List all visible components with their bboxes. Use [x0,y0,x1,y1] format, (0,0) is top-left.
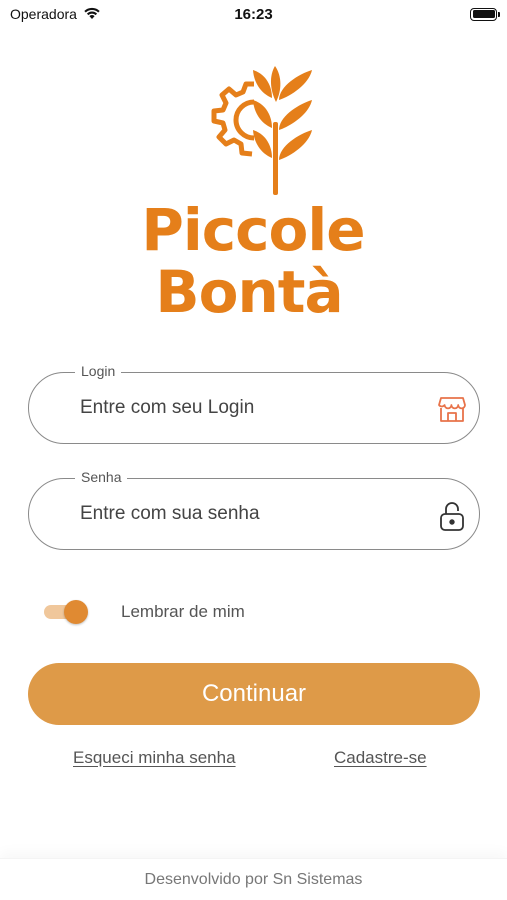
status-bar: Operadora 16:23 [0,0,507,28]
brand-name-line1: Piccole [141,196,365,264]
remember-me-row: Lembrar de mim [44,598,245,626]
store-icon [437,394,467,424]
login-label: Login [75,363,122,379]
forgot-password-link[interactable]: Esqueci minha senha [73,748,236,768]
login-input[interactable] [80,397,420,419]
login-screen: Operadora 16:23 Piccole Bontà Login Entr… [0,0,507,900]
status-time: 16:23 [234,5,273,23]
footer-credit: Desenvolvido por Sn Sistemas [0,858,507,900]
continue-button[interactable]: Continuar [28,663,480,725]
password-label: Senha [75,469,128,485]
login-field[interactable]: Login [28,363,480,444]
remember-me-label: Lembrar de mim [121,602,245,621]
password-field[interactable]: Senha [28,469,480,550]
carrier-name: Operadora [10,6,77,22]
brand-name-line2: Bontà [155,258,343,326]
status-left: Operadora [10,6,101,23]
wifi-icon [83,6,101,23]
brand-logo: Piccole Bontà [120,62,390,332]
remember-me-toggle[interactable] [44,598,88,626]
lock-icon [437,500,467,531]
signup-link[interactable]: Cadastre-se [334,748,427,768]
gear-wheat-icon [211,66,312,195]
battery-icon [470,7,500,21]
password-input[interactable] [80,503,420,525]
